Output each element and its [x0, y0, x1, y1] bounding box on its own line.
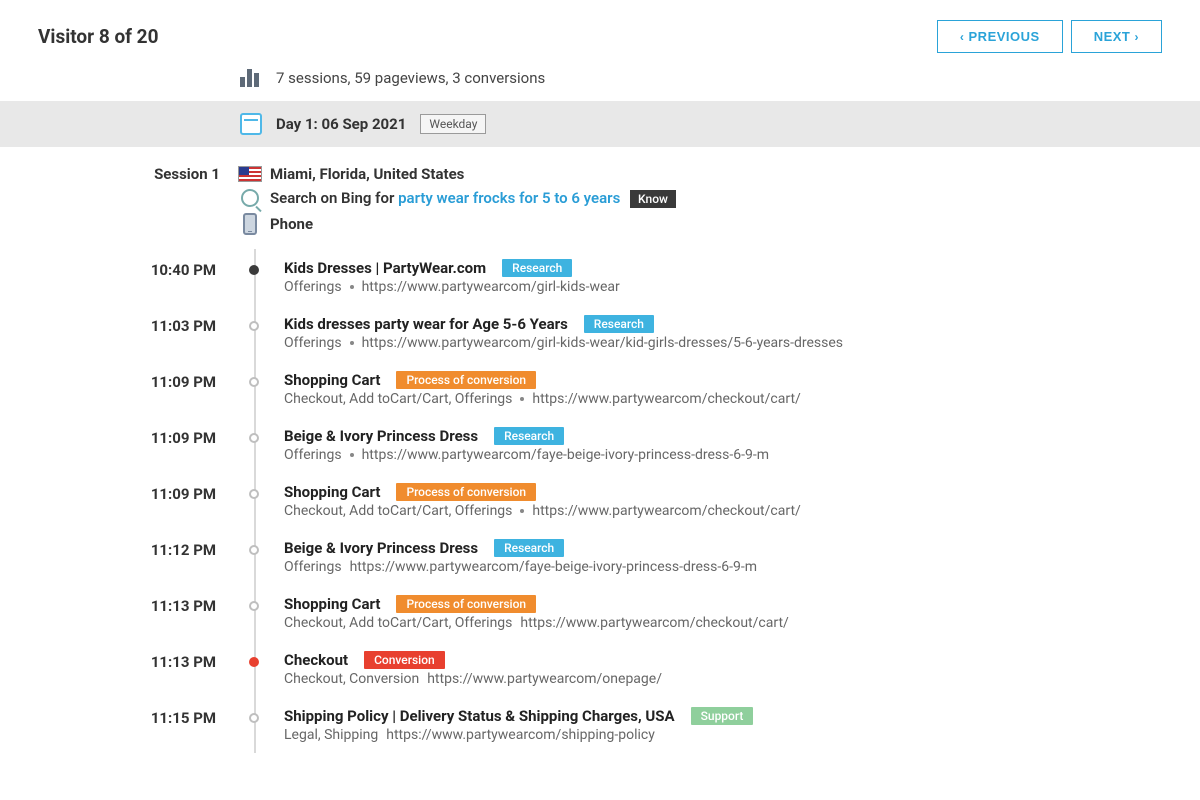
session-location: Miami, Florida, United States — [270, 165, 1162, 183]
search-line: Search on Bing for party wear frocks for… — [270, 189, 1162, 207]
timeline-dot-icon — [249, 377, 259, 387]
event-category: Checkout, Add toCart/Cart, Offerings — [284, 391, 512, 407]
previous-label: PREVIOUS — [969, 29, 1040, 44]
timeline-dot-icon — [249, 489, 259, 499]
day-bar: Day 1: 06 Sep 2021 Weekday — [0, 101, 1200, 147]
separator-dot-icon — [350, 453, 354, 457]
event-time: 11:15 PM — [0, 707, 230, 727]
event-category: Checkout, Conversion — [284, 671, 419, 687]
timeline-dot-icon — [249, 657, 259, 667]
timeline-event[interactable]: 10:40 PM Kids Dresses | PartyWear.com Rese… — [0, 249, 1162, 305]
page-title: Visitor 8 of 20 — [38, 25, 159, 48]
event-time: 11:09 PM — [0, 427, 230, 447]
us-flag-icon — [238, 166, 262, 182]
event-time: 11:09 PM — [0, 371, 230, 391]
event-time: 11:09 PM — [0, 483, 230, 503]
timeline-dot-icon — [249, 321, 259, 331]
previous-button[interactable]: ‹ PREVIOUS — [937, 20, 1063, 53]
event-url: https://www.partywearcom/girl-kids-wear — [362, 279, 620, 295]
separator-dot-icon — [350, 341, 354, 345]
search-prefix: Search on Bing for — [270, 189, 398, 207]
timeline-event[interactable]: 11:09 PM Beige & Ivory Princess Dress Rese… — [0, 417, 1162, 473]
timeline-dot-icon — [249, 265, 259, 275]
event-category: Legal, Shipping — [284, 727, 378, 743]
nav-buttons: ‹ PREVIOUS NEXT › — [937, 20, 1162, 53]
event-time: 11:13 PM — [0, 595, 230, 615]
event-title: Kids dresses party wear for Age 5-6 Year… — [284, 315, 568, 333]
event-category: Offerings — [284, 335, 342, 351]
event-category: Checkout, Add toCart/Cart, Offerings — [284, 615, 512, 631]
next-button[interactable]: NEXT › — [1071, 20, 1162, 53]
event-tag: Process of conversion — [396, 483, 536, 501]
phone-icon — [243, 213, 257, 235]
next-label: NEXT — [1094, 29, 1131, 44]
event-title: Shipping Policy | Delivery Status & Ship… — [284, 707, 675, 725]
event-time: 11:03 PM — [0, 315, 230, 335]
calendar-icon — [240, 113, 262, 135]
event-time: 11:13 PM — [0, 651, 230, 671]
device-label: Phone — [270, 215, 1162, 233]
timeline-event[interactable]: 11:09 PM Shopping Cart Process of conversi… — [0, 361, 1162, 417]
timeline-dot-icon — [249, 433, 259, 443]
timeline: 10:40 PM Kids Dresses | PartyWear.com Rese… — [0, 249, 1162, 753]
summary-text: 7 sessions, 59 pageviews, 3 conversions — [276, 69, 545, 87]
bar-chart-icon — [240, 69, 262, 87]
timeline-dot-icon — [249, 545, 259, 555]
event-title: Shopping Cart — [284, 371, 380, 389]
search-query[interactable]: party wear frocks for 5 to 6 years — [398, 189, 620, 207]
event-url: https://www.partywearcom/checkout/cart/ — [532, 391, 800, 407]
event-category: Offerings — [284, 447, 342, 463]
event-time: 11:12 PM — [0, 539, 230, 559]
event-title: Shopping Cart — [284, 483, 380, 501]
event-title: Shopping Cart — [284, 595, 380, 613]
event-url: https://www.partywearcom/checkout/cart/ — [520, 615, 788, 631]
event-url: https://www.partywearcom/girl-kids-wear/… — [362, 335, 843, 351]
timeline-event[interactable]: 11:13 PM Checkout Conversion Checkout, Conv… — [0, 641, 1162, 697]
search-icon — [241, 189, 259, 207]
event-category: Checkout, Add toCart/Cart, Offerings — [284, 503, 512, 519]
event-tag: Process of conversion — [396, 595, 536, 613]
separator-dot-icon — [520, 509, 524, 513]
know-badge: Know — [630, 190, 676, 208]
timeline-event[interactable]: 11:03 PM Kids dresses party wear for Age … — [0, 305, 1162, 361]
event-url: https://www.partywearcom/faye-beige-ivor… — [362, 447, 769, 463]
event-url: https://www.partywearcom/shipping-policy — [386, 727, 655, 743]
event-tag: Research — [494, 427, 564, 445]
event-category: Offerings — [284, 279, 342, 295]
chevron-left-icon: ‹ — [960, 30, 965, 44]
weekday-badge: Weekday — [420, 114, 486, 134]
separator-dot-icon — [520, 397, 524, 401]
event-category: Offerings — [284, 559, 342, 575]
event-tag: Conversion — [364, 651, 445, 669]
event-tag: Support — [691, 707, 754, 725]
timeline-dot-icon — [249, 601, 259, 611]
timeline-event[interactable]: 11:12 PM Beige & Ivory Princess Dress Rese… — [0, 529, 1162, 585]
event-title: Beige & Ivory Princess Dress — [284, 427, 478, 445]
timeline-event[interactable]: 11:09 PM Shopping Cart Process of conversi… — [0, 473, 1162, 529]
event-tag: Research — [502, 259, 572, 277]
event-tag: Process of conversion — [396, 371, 536, 389]
event-url: https://www.partywearcom/checkout/cart/ — [532, 503, 800, 519]
timeline-event[interactable]: 11:15 PM Shipping Policy | Delivery Statu… — [0, 697, 1162, 753]
event-time: 10:40 PM — [0, 259, 230, 279]
chevron-right-icon: › — [1135, 30, 1140, 44]
event-title: Checkout — [284, 651, 348, 669]
event-title: Beige & Ivory Princess Dress — [284, 539, 478, 557]
event-title: Kids Dresses | PartyWear.com — [284, 259, 486, 277]
event-tag: Research — [584, 315, 654, 333]
event-tag: Research — [494, 539, 564, 557]
timeline-event[interactable]: 11:13 PM Shopping Cart Process of conversi… — [0, 585, 1162, 641]
event-url: https://www.partywearcom/faye-beige-ivor… — [350, 559, 757, 575]
day-label: Day 1: 06 Sep 2021 — [276, 115, 406, 133]
event-url: https://www.partywearcom/onepage/ — [427, 671, 662, 687]
session-label: Session 1 — [0, 165, 230, 183]
summary-row: 7 sessions, 59 pageviews, 3 conversions — [0, 63, 1200, 101]
timeline-dot-icon — [249, 713, 259, 723]
separator-dot-icon — [350, 285, 354, 289]
